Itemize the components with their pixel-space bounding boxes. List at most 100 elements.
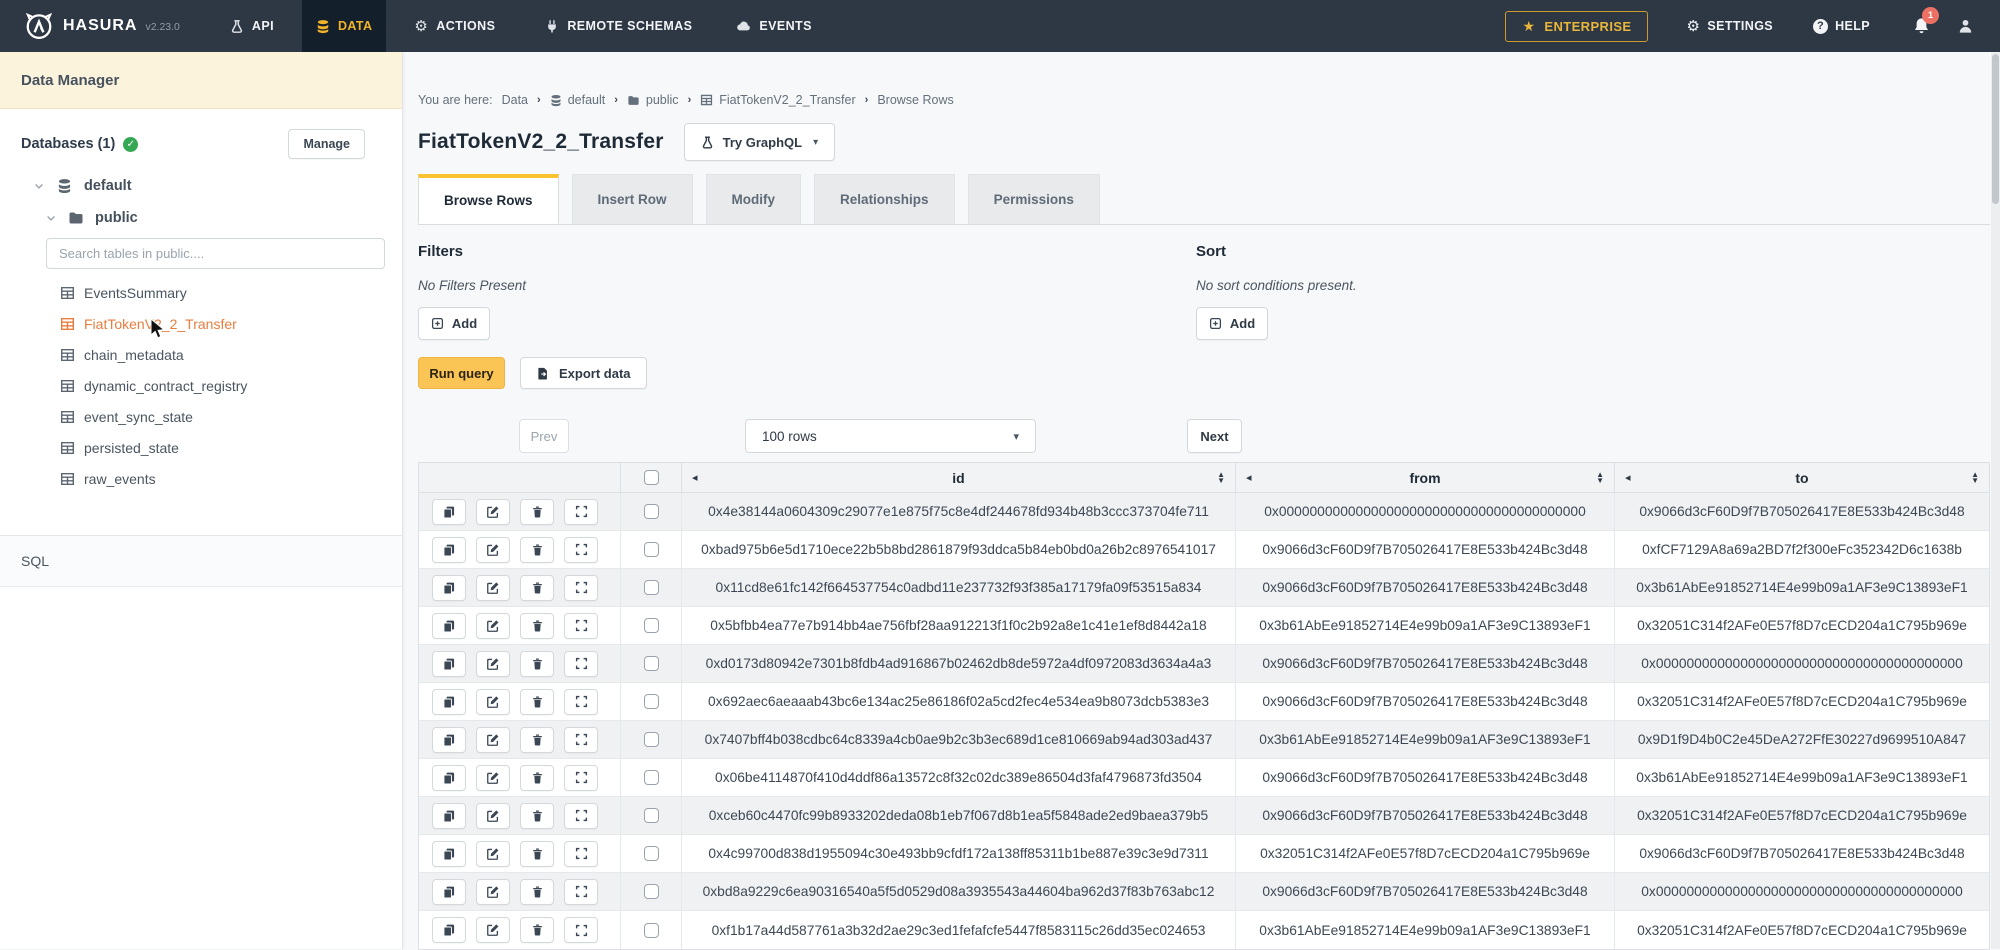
try-graphql-button[interactable]: Try GraphQL ▾ <box>684 123 836 161</box>
cell-from[interactable]: 0x9066d3cF60D9f7B705026417E8E533b424Bc3d… <box>1236 759 1615 796</box>
clone-row-button[interactable] <box>432 575 466 601</box>
edit-row-button[interactable] <box>476 879 510 905</box>
edit-row-button[interactable] <box>476 613 510 639</box>
row-checkbox[interactable] <box>644 618 659 633</box>
cell-id[interactable]: 0x11cd8e61fc142f664537754c0adbd11e237732… <box>682 569 1236 606</box>
tree-node-schema-public[interactable]: public <box>45 203 402 233</box>
tab-modify[interactable]: Modify <box>706 174 802 224</box>
expand-row-button[interactable] <box>564 613 598 639</box>
cell-to[interactable]: 0x00000000000000000000000000000000000000… <box>1615 873 1989 910</box>
row-checkbox[interactable] <box>644 770 659 785</box>
next-page-button[interactable]: Next <box>1187 419 1242 453</box>
collapse-column-icon[interactable]: ◂ <box>692 471 698 484</box>
expand-row-button[interactable] <box>564 841 598 867</box>
cell-from[interactable]: 0x00000000000000000000000000000000000000… <box>1236 493 1615 530</box>
delete-row-button[interactable] <box>520 537 554 563</box>
breadcrumb-data[interactable]: Data <box>502 93 528 107</box>
cell-from[interactable]: 0x32051C314f2AFe0E57f8D7cECD204a1C795b96… <box>1236 835 1615 872</box>
column-header-to[interactable]: ◂ to ▲▼ <box>1615 463 1989 492</box>
sort-toggle-icon[interactable]: ▲▼ <box>1217 472 1225 484</box>
cell-to[interactable]: 0x9D1f9D4b0C2e45DeA272FfE30227d9699510A8… <box>1615 721 1989 758</box>
row-checkbox[interactable] <box>644 732 659 747</box>
clone-row-button[interactable] <box>432 765 466 791</box>
expand-row-button[interactable] <box>564 765 598 791</box>
cell-id[interactable]: 0x4c99700d838d1955094c30e493bb9cfdf172a1… <box>682 835 1236 872</box>
cell-from[interactable]: 0x9066d3cF60D9f7B705026417E8E533b424Bc3d… <box>1236 531 1615 568</box>
cell-to[interactable]: 0x3b61AbEe91852714E4e99b09a1AF3e9C13893e… <box>1615 569 1989 606</box>
delete-row-button[interactable] <box>520 803 554 829</box>
row-checkbox[interactable] <box>644 656 659 671</box>
cell-from[interactable]: 0x9066d3cF60D9f7B705026417E8E533b424Bc3d… <box>1236 645 1615 682</box>
cell-id[interactable]: 0xbd8a9229c6ea90316540a5f5d0529d08a39355… <box>682 873 1236 910</box>
edit-row-button[interactable] <box>476 575 510 601</box>
cell-id[interactable]: 0xf1b17a44d587761a3b32d2ae29c3ed1fefafcf… <box>682 911 1236 949</box>
nav-item-actions[interactable]: ⚙ ACTIONS <box>400 0 509 52</box>
clone-row-button[interactable] <box>432 727 466 753</box>
export-data-button[interactable]: Export data <box>520 357 647 389</box>
sidebar-section-sql[interactable]: SQL <box>0 535 402 587</box>
sort-toggle-icon[interactable]: ▲▼ <box>1596 472 1604 484</box>
table-search-input[interactable] <box>46 238 385 269</box>
edit-row-button[interactable] <box>476 803 510 829</box>
row-checkbox[interactable] <box>644 580 659 595</box>
row-checkbox[interactable] <box>644 504 659 519</box>
expand-row-button[interactable] <box>564 499 598 525</box>
add-sort-button[interactable]: Add <box>1196 307 1268 340</box>
chevron-down-icon[interactable] <box>33 180 45 192</box>
cell-id[interactable]: 0x4e38144a0604309c29077e1e875f75c8e4df24… <box>682 493 1236 530</box>
cell-from[interactable]: 0x9066d3cF60D9f7B705026417E8E533b424Bc3d… <box>1236 797 1615 834</box>
tab-insert-row[interactable]: Insert Row <box>572 174 693 224</box>
expand-row-button[interactable] <box>564 651 598 677</box>
delete-row-button[interactable] <box>520 499 554 525</box>
cell-to[interactable]: 0xfCF7129A8a69a2BD7f2f300eFc352342D6c163… <box>1615 531 1989 568</box>
delete-row-button[interactable] <box>520 841 554 867</box>
chevron-down-icon[interactable] <box>45 212 57 224</box>
hasura-logo[interactable]: HASURA v2.23.0 <box>24 11 180 41</box>
cell-to[interactable]: 0x00000000000000000000000000000000000000… <box>1615 645 1989 682</box>
delete-row-button[interactable] <box>520 575 554 601</box>
scrollbar-thumb[interactable] <box>1992 54 1999 204</box>
column-header-id[interactable]: ◂ id ▲▼ <box>682 463 1236 492</box>
enterprise-button[interactable]: ★ ENTERPRISE <box>1505 11 1648 42</box>
clone-row-button[interactable] <box>432 613 466 639</box>
cell-id[interactable]: 0x692aec6aeaaab43bc6e134ac25e86186f02a5c… <box>682 683 1236 720</box>
cell-from[interactable]: 0x3b61AbEe91852714E4e99b09a1AF3e9C13893e… <box>1236 607 1615 644</box>
sidebar-table-fiattokenv2-2-transfer[interactable]: FiatTokenV2_2_Transfer <box>0 308 402 339</box>
expand-row-button[interactable] <box>564 917 598 943</box>
delete-row-button[interactable] <box>520 689 554 715</box>
expand-row-button[interactable] <box>564 537 598 563</box>
select-all-checkbox[interactable] <box>644 470 659 485</box>
cell-to[interactable]: 0x9066d3cF60D9f7B705026417E8E533b424Bc3d… <box>1615 835 1989 872</box>
clone-row-button[interactable] <box>432 651 466 677</box>
cell-id[interactable]: 0x06be4114870f410d4ddf86a13572c8f32c02dc… <box>682 759 1236 796</box>
clone-row-button[interactable] <box>432 537 466 563</box>
delete-row-button[interactable] <box>520 765 554 791</box>
sidebar-table-event-sync-state[interactable]: event_sync_state <box>0 401 402 432</box>
breadcrumb-browse-rows[interactable]: Browse Rows <box>877 93 953 107</box>
nav-item-api[interactable]: API <box>216 0 288 52</box>
expand-row-button[interactable] <box>564 727 598 753</box>
breadcrumb-default[interactable]: default <box>550 93 606 107</box>
row-checkbox[interactable] <box>644 923 659 938</box>
expand-row-button[interactable] <box>564 803 598 829</box>
sidebar-table-dynamic-contract-registry[interactable]: dynamic_contract_registry <box>0 370 402 401</box>
cell-to[interactable]: 0x32051C314f2AFe0E57f8D7cECD204a1C795b96… <box>1615 911 1989 949</box>
delete-row-button[interactable] <box>520 651 554 677</box>
nav-item-data[interactable]: DATA <box>302 0 386 52</box>
breadcrumb-table[interactable]: FiatTokenV2_2_Transfer <box>700 93 855 107</box>
prev-page-button[interactable]: Prev <box>519 419 569 453</box>
cell-to[interactable]: 0x32051C314f2AFe0E57f8D7cECD204a1C795b96… <box>1615 683 1989 720</box>
cell-to[interactable]: 0x3b61AbEe91852714E4e99b09a1AF3e9C13893e… <box>1615 759 1989 796</box>
tree-node-database-default[interactable]: default <box>33 171 402 201</box>
column-header-from[interactable]: ◂ from ▲▼ <box>1236 463 1615 492</box>
sidebar-table-eventssummary[interactable]: EventsSummary <box>0 277 402 308</box>
tab-browse-rows[interactable]: Browse Rows <box>418 174 559 224</box>
cell-from[interactable]: 0x9066d3cF60D9f7B705026417E8E533b424Bc3d… <box>1236 569 1615 606</box>
settings-button[interactable]: ⚙ SETTINGS <box>1686 19 1773 34</box>
clone-row-button[interactable] <box>432 803 466 829</box>
edit-row-button[interactable] <box>476 841 510 867</box>
nav-item-events[interactable]: EVENTS <box>722 0 825 52</box>
cell-to[interactable]: 0x9066d3cF60D9f7B705026417E8E533b424Bc3d… <box>1615 493 1989 530</box>
edit-row-button[interactable] <box>476 651 510 677</box>
expand-row-button[interactable] <box>564 689 598 715</box>
